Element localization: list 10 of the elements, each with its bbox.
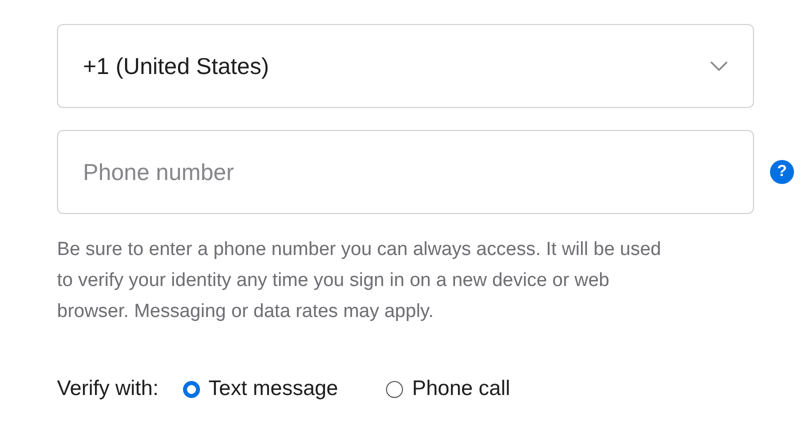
country-select[interactable]: +1 (United States): [57, 24, 754, 108]
verify-label: Verify with:: [57, 377, 159, 401]
chevron-down-icon: [710, 61, 728, 71]
radio-button[interactable]: [386, 380, 404, 398]
hint-text: Be sure to enter a phone number you can always access. It will be used to verify your identity any time you sign in on a new device or web browser. Messaging or data rates may apply.: [57, 238, 662, 324]
radio-label: Text message: [208, 377, 338, 401]
phone-number-field[interactable]: Phone number: [57, 130, 754, 214]
radio-label: Phone call: [412, 377, 510, 401]
radio-button[interactable]: [182, 380, 200, 398]
help-button[interactable]: ?: [770, 160, 794, 184]
